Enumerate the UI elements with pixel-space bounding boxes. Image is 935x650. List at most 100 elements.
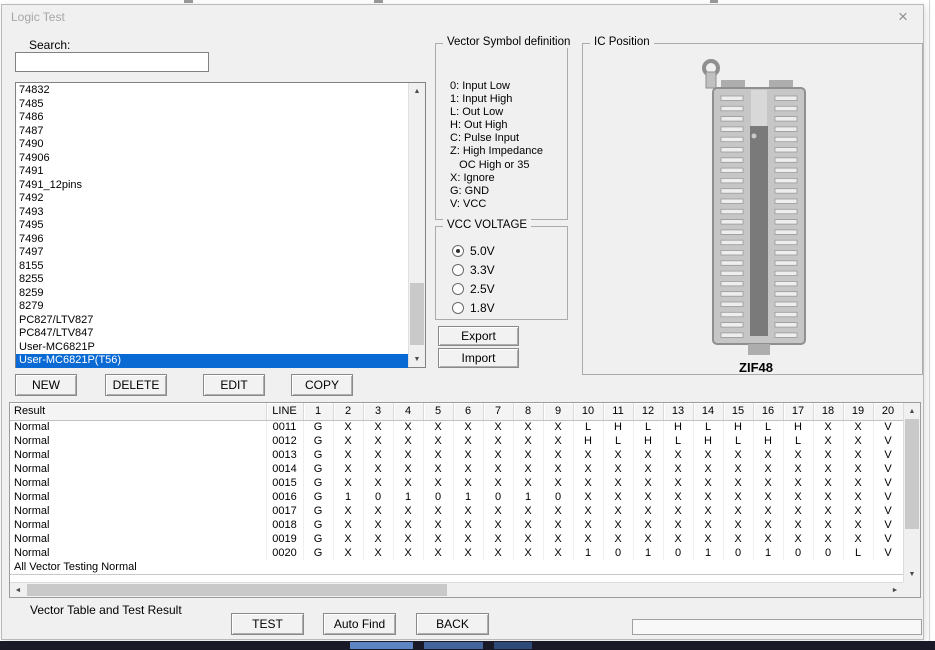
vcc-option-5.0V[interactable]: 5.0V [452, 244, 567, 258]
back-button[interactable]: BACK [416, 613, 489, 635]
grid-cell: X [663, 532, 693, 546]
taskbar-item[interactable] [494, 642, 532, 649]
grid-cell: 0 [603, 546, 633, 560]
grid-cell: V [873, 518, 903, 532]
status-text: Vector Table and Test Result [30, 603, 182, 617]
delete-button[interactable]: DELETE [105, 374, 167, 396]
grid-cell: X [363, 420, 393, 434]
grid-row[interactable]: Normal0013GXXXXXXXXXXXXXXXXXXV [10, 448, 903, 462]
ic-list-item[interactable]: 7496 [16, 233, 408, 247]
grid-cell: X [843, 420, 873, 434]
ic-list-item[interactable]: User-MC6821P [16, 341, 408, 355]
ic-list-item[interactable]: 7491 [16, 165, 408, 179]
ic-list-item[interactable]: 7493 [16, 206, 408, 220]
scroll-down-icon[interactable]: ▼ [904, 566, 920, 582]
grid-cell: 1 [453, 490, 483, 504]
grid-cell: X [693, 532, 723, 546]
scroll-up-icon[interactable]: ▲ [904, 403, 920, 419]
test-button[interactable]: TEST [231, 613, 304, 635]
grid-row[interactable]: Normal0017GXXXXXXXXXXXXXXXXXXV [10, 504, 903, 518]
close-icon[interactable]: × [894, 7, 912, 27]
grid-cell: X [843, 532, 873, 546]
grid-horizontal-scrollbar[interactable]: ◄ ► [10, 582, 903, 597]
ic-list-item[interactable]: 74906 [16, 152, 408, 166]
ic-list-item[interactable]: User-MC6821P(T56) [16, 354, 408, 368]
grid-row[interactable]: Normal0012GXXXXXXXXHLHLHLHLXXV [10, 434, 903, 448]
import-button[interactable]: Import [438, 348, 519, 368]
grid-cell: X [543, 532, 573, 546]
ic-list-item[interactable]: 8255 [16, 273, 408, 287]
grid-row[interactable]: Normal0011GXXXXXXXXLHLHLHLHXXV [10, 420, 903, 434]
grid-row[interactable]: Normal0020GXXXXXXXX101010100LV [10, 546, 903, 560]
ic-list-item[interactable]: 7490 [16, 138, 408, 152]
ic-list-item[interactable]: PC847/LTV847 [16, 327, 408, 341]
auto-find-button[interactable]: Auto Find [323, 613, 396, 635]
grid-cell: X [693, 462, 723, 476]
background-window-fragment [184, 0, 193, 3]
window-title: Logic Test [11, 10, 65, 24]
grid-cell: X [453, 518, 483, 532]
grid-header: 4 [393, 403, 423, 420]
grid-cell: X [453, 504, 483, 518]
grid-cell-result: Normal [10, 518, 266, 532]
grid-cell: X [423, 420, 453, 434]
grid-cell: X [783, 532, 813, 546]
grid-cell: 0 [423, 490, 453, 504]
grid-cell: G [303, 504, 333, 518]
scrollbar-thumb[interactable] [27, 584, 447, 596]
grid-row[interactable]: Normal0016G10101010XXXXXXXXXXV [10, 490, 903, 504]
grid-row[interactable]: Normal0018GXXXXXXXXXXXXXXXXXXV [10, 518, 903, 532]
ic-list-item[interactable]: 7497 [16, 246, 408, 260]
grid-cell: X [453, 420, 483, 434]
grid-row[interactable]: Normal0014GXXXXXXXXXXXXXXXXXXV [10, 462, 903, 476]
grid-row[interactable]: Normal0019GXXXXXXXXXXXXXXXXXXV [10, 532, 903, 546]
vcc-option-1.8V[interactable]: 1.8V [452, 301, 567, 315]
vcc-option-2.5V[interactable]: 2.5V [452, 282, 567, 296]
edit-button[interactable]: EDIT [203, 374, 265, 396]
grid-cell: X [633, 476, 663, 490]
grid-cell: X [423, 476, 453, 490]
grid-vertical-scrollbar[interactable]: ▲ ▼ [903, 403, 920, 582]
new-button[interactable]: NEW [15, 374, 77, 396]
vcc-option-3.3V[interactable]: 3.3V [452, 263, 567, 277]
scroll-right-icon[interactable]: ► [887, 583, 903, 597]
copy-button[interactable]: COPY [291, 374, 353, 396]
scrollbar-thumb[interactable] [410, 283, 424, 345]
scroll-left-icon[interactable]: ◄ [10, 583, 26, 597]
scroll-down-icon[interactable]: ▼ [409, 351, 425, 367]
ic-list-item[interactable]: 7487 [16, 125, 408, 139]
grid-row[interactable]: Normal0015GXXXXXXXXXXXXXXXXXXV [10, 476, 903, 490]
ic-list[interactable]: 7483274857486748774907490674917491_12pin… [15, 82, 426, 368]
grid-cell-result: Normal [10, 546, 266, 560]
ic-list-item[interactable]: 8155 [16, 260, 408, 274]
vector-symbol-line: V: VCC [450, 198, 543, 211]
ic-list-item[interactable]: 8259 [16, 287, 408, 301]
grid-cell: L [693, 420, 723, 434]
taskbar-item[interactable] [350, 642, 413, 649]
grid-cell: X [663, 476, 693, 490]
scroll-up-icon[interactable]: ▲ [409, 83, 425, 99]
grid-cell-line: 0013 [266, 448, 303, 462]
result-table-header-row: ResultLINE123456789101112131415161718192… [10, 403, 903, 420]
taskbar-item[interactable] [424, 642, 483, 649]
grid-cell: X [843, 504, 873, 518]
grid-cell: X [753, 518, 783, 532]
export-button[interactable]: Export [438, 326, 519, 346]
ic-list-item[interactable]: PC827/LTV827 [16, 314, 408, 328]
search-input[interactable] [15, 52, 209, 72]
ic-list-scrollbar[interactable]: ▲ ▼ [408, 83, 425, 367]
scrollbar-thumb[interactable] [905, 419, 919, 529]
ic-list-item[interactable]: 7495 [16, 219, 408, 233]
grid-cell: X [393, 532, 423, 546]
ic-list-item[interactable]: 74832 [16, 84, 408, 98]
grid-cell: X [723, 448, 753, 462]
grid-cell: X [423, 448, 453, 462]
ic-list-item[interactable]: 8279 [16, 300, 408, 314]
ic-list-item[interactable]: 7491_12pins [16, 179, 408, 193]
ic-list-item[interactable]: 7485 [16, 98, 408, 112]
grid-cell: G [303, 546, 333, 560]
ic-list-item[interactable]: 7486 [16, 111, 408, 125]
grid-cell: X [453, 546, 483, 560]
ic-list-item[interactable]: 7492 [16, 192, 408, 206]
grid-cell: 1 [693, 546, 723, 560]
